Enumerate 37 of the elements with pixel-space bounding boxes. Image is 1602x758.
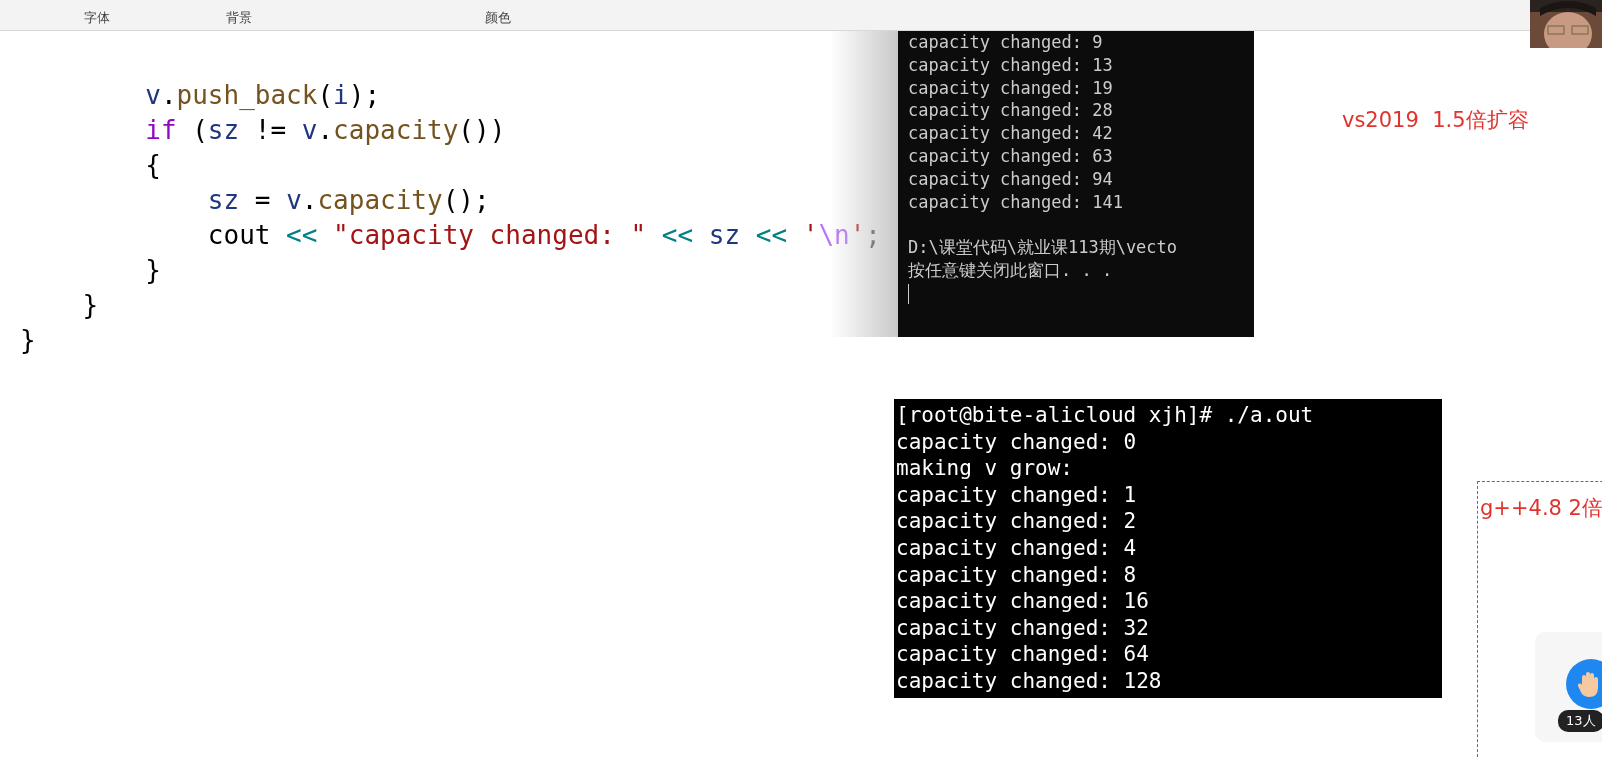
ribbon-group-label: 字体 <box>84 9 110 27</box>
console-line: capacity changed: 2 <box>896 509 1137 534</box>
console-line: capacity changed: 8 <box>896 562 1137 587</box>
console-line: capacity changed: 19 <box>908 77 1113 98</box>
console-line: capacity changed: 42 <box>908 123 1113 144</box>
annotation-text: vs2019 1.5倍扩容 <box>1342 107 1529 134</box>
annotation-text: g++4.8 2倍 <box>1480 495 1602 522</box>
console-line: capacity changed: 128 <box>896 668 1162 693</box>
code-line: v.push_back(i); <box>144 79 381 112</box>
ribbon-group-label: 背景 <box>226 9 252 27</box>
console-line: capacity changed: 4 <box>896 535 1137 560</box>
code-line: } <box>81 289 99 322</box>
console-line: [root@bite-alicloud xjh]# ./a.out <box>896 403 1314 427</box>
code-line: { <box>144 149 161 182</box>
console-line: capacity changed: 64 <box>896 642 1149 667</box>
console-line: capacity changed: 0 <box>896 429 1137 454</box>
console-line: D:\课堂代码\就业课113期\vecto <box>908 237 1178 258</box>
console-line: capacity changed: 141 <box>908 191 1123 212</box>
console-line: capacity changed: 16 <box>896 589 1149 614</box>
text-cursor <box>908 283 909 304</box>
console-line: making v grow: <box>896 456 1073 481</box>
code-line: cout << "capacity changed: " << sz << '\n'; <box>206 219 881 252</box>
code-line: if (sz != v.capacity()) <box>144 114 506 147</box>
console-line: capacity changed: 94 <box>908 168 1113 189</box>
console-line: capacity changed: 13 <box>908 54 1113 75</box>
console-line: capacity changed: 28 <box>908 100 1113 121</box>
count-badge: 13人 <box>1558 710 1602 732</box>
ribbon-group-label: 颜色 <box>485 9 511 27</box>
hand-icon <box>1578 671 1600 697</box>
console-line: capacity changed: 9 <box>908 32 1103 52</box>
code-line: } <box>144 254 161 287</box>
console-line: capacity changed: 32 <box>896 615 1149 640</box>
code-line: } <box>20 324 36 357</box>
code-line: sz = v.capacity(); <box>206 184 490 217</box>
console-line: capacity changed: 63 <box>908 146 1113 166</box>
console-line: 按任意键关闭此窗口. . . <box>908 259 1113 280</box>
console-line: capacity changed: 1 <box>896 482 1137 507</box>
